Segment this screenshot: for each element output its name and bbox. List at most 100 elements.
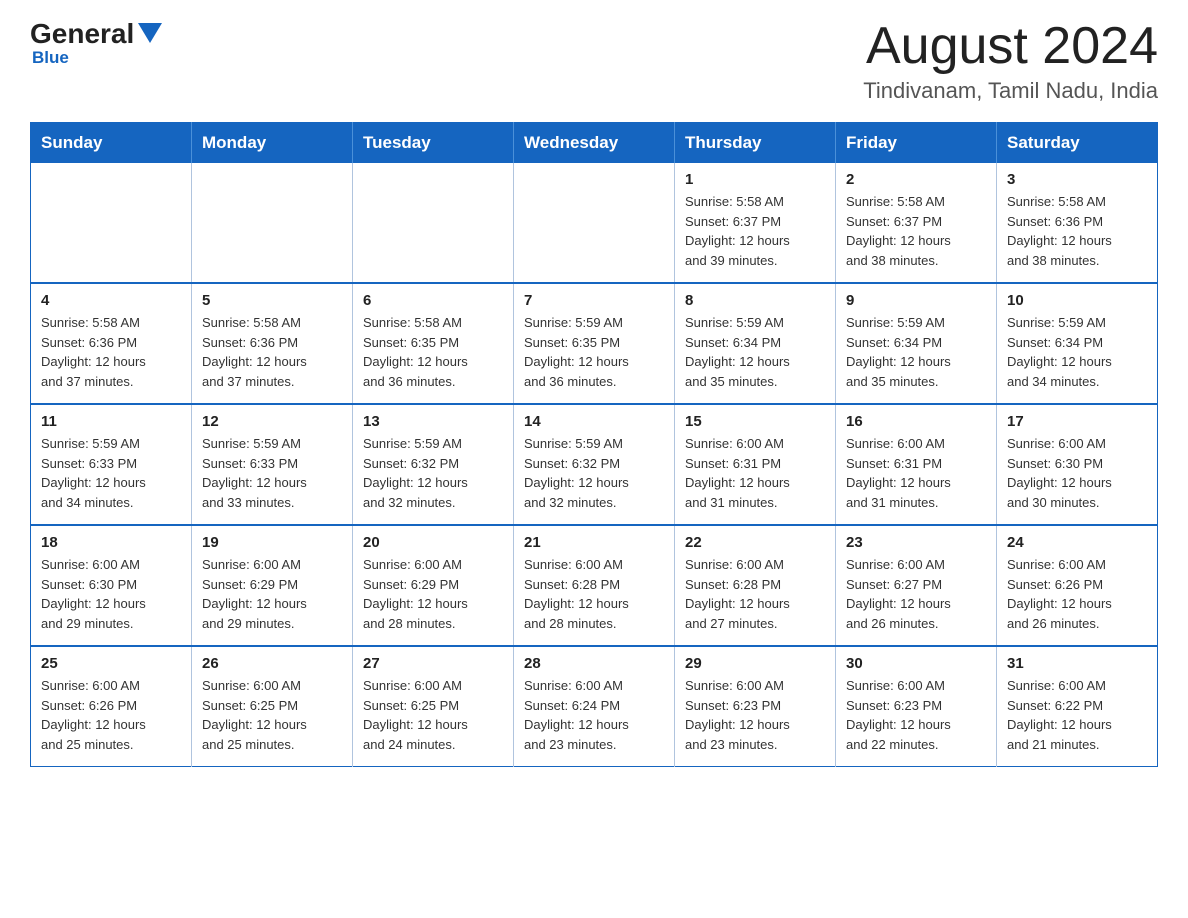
day-number: 15: [685, 413, 825, 430]
day-info: Sunrise: 5:59 AMSunset: 6:34 PMDaylight:…: [846, 313, 986, 391]
day-number: 20: [363, 534, 503, 551]
day-cell: 22 Sunrise: 6:00 AMSunset: 6:28 PMDayligh…: [675, 525, 836, 646]
day-info: Sunrise: 6:00 AMSunset: 6:29 PMDaylight:…: [202, 555, 342, 633]
day-cell: 12 Sunrise: 5:59 AMSunset: 6:33 PMDayligh…: [192, 404, 353, 525]
day-number: 30: [846, 655, 986, 672]
day-number: 22: [685, 534, 825, 551]
calendar-body: 1 Sunrise: 5:58 AMSunset: 6:37 PMDaylight…: [31, 163, 1158, 767]
day-info: Sunrise: 6:00 AMSunset: 6:28 PMDaylight:…: [524, 555, 664, 633]
day-number: 27: [363, 655, 503, 672]
day-cell: 2Sunrise: 5:58 AMSunset: 6:37 PMDaylight…: [836, 163, 997, 283]
day-number: 12: [202, 413, 342, 430]
weekday-header-wednesday: Wednesday: [514, 123, 675, 164]
week-row-2: 4Sunrise: 5:58 AMSunset: 6:36 PMDaylight…: [31, 283, 1158, 404]
day-info: Sunrise: 5:59 AMSunset: 6:33 PMDaylight:…: [41, 434, 181, 512]
day-cell: 31 Sunrise: 6:00 AMSunset: 6:22 PMDayligh…: [997, 646, 1158, 767]
day-number: 31: [1007, 655, 1147, 672]
day-info: Sunrise: 6:00 AMSunset: 6:30 PMDaylight:…: [41, 555, 181, 633]
title-area: August 2024 Tindivanam, Tamil Nadu, Indi…: [863, 20, 1158, 104]
weekday-header-row: SundayMondayTuesdayWednesdayThursdayFrid…: [31, 123, 1158, 164]
day-number: 7: [524, 292, 664, 309]
day-cell: 18 Sunrise: 6:00 AMSunset: 6:30 PMDayligh…: [31, 525, 192, 646]
day-info: Sunrise: 5:58 AMSunset: 6:35 PMDaylight:…: [363, 313, 503, 391]
day-info: Sunrise: 6:00 AMSunset: 6:31 PMDaylight:…: [685, 434, 825, 512]
day-cell: 11Sunrise: 5:59 AMSunset: 6:33 PMDayligh…: [31, 404, 192, 525]
day-number: 25: [41, 655, 181, 672]
weekday-header-friday: Friday: [836, 123, 997, 164]
day-cell: 8Sunrise: 5:59 AMSunset: 6:34 PMDaylight…: [675, 283, 836, 404]
day-number: 24: [1007, 534, 1147, 551]
day-number: 10: [1007, 292, 1147, 309]
weekday-header-saturday: Saturday: [997, 123, 1158, 164]
day-cell: 29Sunrise: 6:00 AMSunset: 6:23 PMDayligh…: [675, 646, 836, 767]
month-title: August 2024: [863, 20, 1158, 72]
weekday-header-tuesday: Tuesday: [353, 123, 514, 164]
calendar-header: SundayMondayTuesdayWednesdayThursdayFrid…: [31, 123, 1158, 164]
day-info: Sunrise: 6:00 AMSunset: 6:30 PMDaylight:…: [1007, 434, 1147, 512]
day-cell: 7 Sunrise: 5:59 AMSunset: 6:35 PMDaylight…: [514, 283, 675, 404]
day-number: 17: [1007, 413, 1147, 430]
logo-text: General: [30, 20, 162, 48]
day-cell: 17 Sunrise: 6:00 AMSunset: 6:30 PMDayligh…: [997, 404, 1158, 525]
day-info: Sunrise: 5:59 AMSunset: 6:32 PMDaylight:…: [363, 434, 503, 512]
day-cell: 3 Sunrise: 5:58 AMSunset: 6:36 PMDaylight…: [997, 163, 1158, 283]
day-number: 13: [363, 413, 503, 430]
day-cell: 30 Sunrise: 6:00 AMSunset: 6:23 PMDayligh…: [836, 646, 997, 767]
day-number: 28: [524, 655, 664, 672]
day-number: 2: [846, 171, 986, 188]
day-cell: [31, 163, 192, 283]
logo-general-text: General: [30, 20, 134, 48]
day-info: Sunrise: 5:59 AMSunset: 6:35 PMDaylight:…: [524, 313, 664, 391]
day-info: Sunrise: 6:00 AMSunset: 6:22 PMDaylight:…: [1007, 676, 1147, 754]
day-cell: 20 Sunrise: 6:00 AMSunset: 6:29 PMDayligh…: [353, 525, 514, 646]
day-number: 9: [846, 292, 986, 309]
day-info: Sunrise: 5:58 AMSunset: 6:36 PMDaylight:…: [41, 313, 181, 391]
day-info: Sunrise: 5:59 AMSunset: 6:34 PMDaylight:…: [685, 313, 825, 391]
day-number: 21: [524, 534, 664, 551]
day-number: 26: [202, 655, 342, 672]
week-row-5: 25Sunrise: 6:00 AMSunset: 6:26 PMDayligh…: [31, 646, 1158, 767]
day-info: Sunrise: 6:00 AMSunset: 6:27 PMDaylight:…: [846, 555, 986, 633]
day-info: Sunrise: 5:59 AMSunset: 6:33 PMDaylight:…: [202, 434, 342, 512]
day-info: Sunrise: 6:00 AMSunset: 6:29 PMDaylight:…: [363, 555, 503, 633]
day-cell: 25Sunrise: 6:00 AMSunset: 6:26 PMDayligh…: [31, 646, 192, 767]
page-header: General Blue August 2024 Tindivanam, Tam…: [30, 20, 1158, 104]
logo: General Blue: [30, 20, 162, 68]
day-info: Sunrise: 6:00 AMSunset: 6:24 PMDaylight:…: [524, 676, 664, 754]
day-cell: 19Sunrise: 6:00 AMSunset: 6:29 PMDayligh…: [192, 525, 353, 646]
day-number: 29: [685, 655, 825, 672]
week-row-3: 11Sunrise: 5:59 AMSunset: 6:33 PMDayligh…: [31, 404, 1158, 525]
day-number: 18: [41, 534, 181, 551]
day-info: Sunrise: 5:58 AMSunset: 6:37 PMDaylight:…: [685, 192, 825, 270]
day-cell: 24Sunrise: 6:00 AMSunset: 6:26 PMDayligh…: [997, 525, 1158, 646]
day-cell: [353, 163, 514, 283]
day-cell: 13 Sunrise: 5:59 AMSunset: 6:32 PMDayligh…: [353, 404, 514, 525]
day-number: 1: [685, 171, 825, 188]
day-cell: 16 Sunrise: 6:00 AMSunset: 6:31 PMDayligh…: [836, 404, 997, 525]
day-cell: 10Sunrise: 5:59 AMSunset: 6:34 PMDayligh…: [997, 283, 1158, 404]
day-info: Sunrise: 6:00 AMSunset: 6:25 PMDaylight:…: [202, 676, 342, 754]
day-info: Sunrise: 6:00 AMSunset: 6:25 PMDaylight:…: [363, 676, 503, 754]
day-info: Sunrise: 6:00 AMSunset: 6:31 PMDaylight:…: [846, 434, 986, 512]
day-cell: [192, 163, 353, 283]
location-subtitle: Tindivanam, Tamil Nadu, India: [863, 78, 1158, 104]
day-cell: 26 Sunrise: 6:00 AMSunset: 6:25 PMDayligh…: [192, 646, 353, 767]
day-info: Sunrise: 6:00 AMSunset: 6:28 PMDaylight:…: [685, 555, 825, 633]
day-cell: 1 Sunrise: 5:58 AMSunset: 6:37 PMDaylight…: [675, 163, 836, 283]
day-cell: 27 Sunrise: 6:00 AMSunset: 6:25 PMDayligh…: [353, 646, 514, 767]
day-cell: 6Sunrise: 5:58 AMSunset: 6:35 PMDaylight…: [353, 283, 514, 404]
logo-blue-text: Blue: [32, 48, 69, 68]
day-info: Sunrise: 5:58 AMSunset: 6:36 PMDaylight:…: [1007, 192, 1147, 270]
logo-triangle-icon: [138, 23, 162, 43]
calendar-table: SundayMondayTuesdayWednesdayThursdayFrid…: [30, 122, 1158, 767]
day-number: 3: [1007, 171, 1147, 188]
day-cell: 5Sunrise: 5:58 AMSunset: 6:36 PMDaylight…: [192, 283, 353, 404]
day-number: 14: [524, 413, 664, 430]
day-cell: 4Sunrise: 5:58 AMSunset: 6:36 PMDaylight…: [31, 283, 192, 404]
day-info: Sunrise: 6:00 AMSunset: 6:23 PMDaylight:…: [846, 676, 986, 754]
day-number: 16: [846, 413, 986, 430]
day-cell: 14Sunrise: 5:59 AMSunset: 6:32 PMDayligh…: [514, 404, 675, 525]
weekday-header-thursday: Thursday: [675, 123, 836, 164]
weekday-header-sunday: Sunday: [31, 123, 192, 164]
day-number: 5: [202, 292, 342, 309]
